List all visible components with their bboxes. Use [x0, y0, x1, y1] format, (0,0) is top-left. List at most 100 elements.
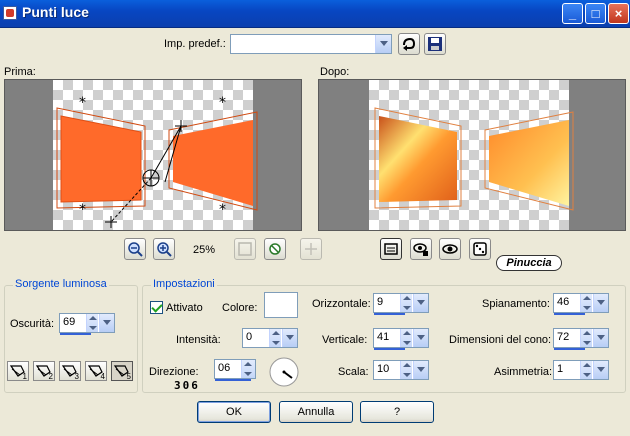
vertical-value: 41 [377, 331, 390, 343]
chevron-down-icon[interactable] [593, 361, 608, 379]
smoothing-label: Spianamento: [482, 298, 550, 310]
zoom-out-icon [128, 242, 143, 257]
randomize-button[interactable] [469, 238, 491, 260]
up-down-icon[interactable] [400, 361, 412, 379]
lamp-button-5[interactable]: 5 [111, 361, 133, 381]
asymmetry-spinner[interactable]: 1 [553, 360, 609, 380]
light-source-title: Sorgente luminosa [13, 278, 109, 290]
horizontal-spinner[interactable]: 9 [373, 293, 429, 315]
color-label: Colore: [222, 302, 258, 314]
cancel-button[interactable]: Annulla [279, 401, 353, 423]
up-down-icon[interactable] [400, 329, 412, 347]
chevron-down-icon [375, 35, 391, 53]
proof-toggle-button[interactable] [380, 238, 402, 260]
reset-icon [403, 37, 416, 51]
lamp-number: 2 [48, 372, 53, 381]
chevron-down-icon[interactable] [282, 329, 297, 347]
cone-size-slider-bar [554, 348, 586, 350]
reset-preset-button[interactable] [398, 33, 420, 55]
svg-text:*: * [219, 202, 226, 218]
color-swatch[interactable] [264, 292, 298, 318]
preset-label: Imp. predef.: [164, 38, 226, 50]
preset-dropdown[interactable] [230, 34, 392, 54]
svg-text:*: * [79, 202, 86, 218]
lamp-button-2[interactable]: 2 [33, 361, 55, 381]
zoom-in-button[interactable] [153, 238, 175, 260]
svg-text:*: * [219, 95, 226, 111]
asymmetry-label: Asimmetria: [494, 366, 553, 378]
smoothing-spinner[interactable]: 46 [553, 293, 609, 315]
up-down-icon[interactable] [241, 360, 255, 378]
app-icon [3, 6, 17, 20]
before-preview[interactable]: * * * * [4, 79, 302, 231]
pan-button[interactable] [300, 238, 322, 260]
lamp-button-1[interactable]: 1 [7, 361, 29, 381]
direction-spinner[interactable]: 06 [214, 359, 256, 381]
direction-readout: 306 [174, 379, 200, 392]
direction-value: 06 [218, 362, 231, 374]
svg-text:*: * [79, 95, 86, 111]
up-down-icon[interactable] [580, 361, 592, 379]
maximize-button[interactable]: □ [585, 3, 606, 24]
chevron-down-icon[interactable] [413, 361, 428, 379]
minimize-button[interactable]: _ [562, 3, 583, 24]
fit-preview-button[interactable] [264, 238, 286, 260]
up-down-icon[interactable] [580, 329, 592, 347]
lamp-button-4[interactable]: 4 [85, 361, 107, 381]
direction-slider-bar [215, 379, 251, 381]
smoothing-value: 46 [557, 296, 570, 308]
up-down-icon[interactable] [86, 314, 98, 332]
darkness-slider-bar [60, 333, 92, 335]
scale-spinner[interactable]: 10 [373, 360, 429, 380]
horizontal-value: 9 [377, 296, 384, 308]
ok-button[interactable]: OK [197, 401, 271, 423]
eye-lock-icon [413, 243, 428, 256]
asymmetry-value: 1 [557, 363, 564, 375]
up-down-icon[interactable] [269, 329, 281, 347]
after-label: Dopo: [320, 66, 350, 78]
fit-icon [269, 243, 281, 255]
save-preset-button[interactable] [424, 33, 446, 55]
cone-size-value: 72 [557, 331, 570, 343]
help-button[interactable]: ? [360, 401, 434, 423]
darkness-value: 69 [63, 316, 76, 328]
chevron-down-icon[interactable] [593, 294, 608, 312]
intensity-spinner[interactable]: 0 [242, 328, 298, 348]
eye-lock-button[interactable] [410, 238, 432, 260]
before-label: Prima: [4, 66, 36, 78]
up-down-icon[interactable] [580, 294, 592, 312]
window-title: Punti luce [22, 4, 89, 20]
direction-label: Direzione: [149, 366, 199, 378]
chevron-down-icon[interactable] [413, 329, 428, 347]
zoom-100-button[interactable] [234, 238, 256, 260]
enabled-checkbox[interactable] [150, 301, 163, 314]
direction-dial[interactable] [268, 356, 300, 388]
darkness-spinner[interactable]: 69 [59, 313, 115, 335]
chevron-down-icon[interactable] [99, 314, 114, 332]
zoom-out-button[interactable] [124, 238, 146, 260]
watermark: Pinuccia [496, 255, 562, 271]
vertical-spinner[interactable]: 41 [373, 328, 429, 350]
close-button[interactable]: × [608, 3, 629, 24]
intensity-value: 0 [246, 331, 253, 343]
dice-icon [473, 242, 487, 256]
zoom-in-icon [157, 242, 172, 257]
chevron-down-icon[interactable] [413, 294, 428, 312]
darkness-label: Oscurità: [10, 318, 55, 330]
smoothing-slider-bar [554, 313, 586, 315]
intensity-label: Intensità: [176, 334, 221, 346]
vertical-label: Verticale: [322, 334, 368, 346]
after-preview [318, 79, 626, 231]
title-bar[interactable]: Punti luce _ □ × [0, 0, 630, 28]
save-icon [428, 37, 442, 51]
eye-button[interactable] [439, 238, 461, 260]
settings-title: Impostazioni [151, 278, 217, 290]
cone-size-spinner[interactable]: 72 [553, 328, 609, 350]
lamp-button-3[interactable]: 3 [59, 361, 81, 381]
lamp-number: 3 [74, 372, 79, 381]
chevron-down-icon[interactable] [593, 329, 608, 347]
vertical-slider-bar [374, 348, 406, 350]
lamp-number: 1 [22, 372, 27, 381]
up-down-icon[interactable] [400, 294, 412, 312]
before-preview-image: * * * * [56, 95, 258, 228]
